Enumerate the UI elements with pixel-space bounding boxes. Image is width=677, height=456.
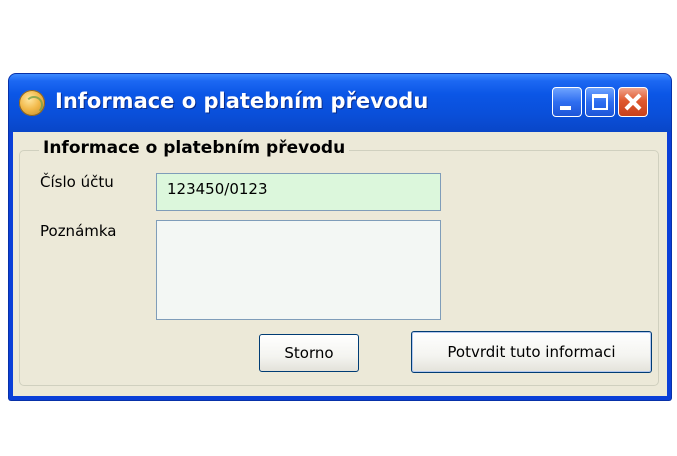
dialog-window: Informace o platebním převodu Informace … [9, 74, 671, 400]
cancel-button[interactable]: Storno [259, 334, 359, 372]
account-number-input[interactable]: 123450/0123 [156, 173, 441, 211]
note-label: Poznámka [40, 222, 117, 240]
confirm-button[interactable]: Potvrdit tuto informaci [411, 331, 652, 373]
maximize-button[interactable] [585, 87, 615, 117]
minimize-button[interactable] [552, 87, 582, 117]
close-button[interactable] [618, 87, 648, 117]
account-number-label: Číslo účtu [40, 173, 114, 191]
window-title: Informace o platebním převodu [55, 89, 429, 113]
dialog-body: Informace o platebním převodu Číslo účtu… [13, 132, 667, 396]
group-title: Informace o platebním převodu [39, 138, 350, 158]
close-icon [619, 88, 647, 116]
title-bar[interactable]: Informace o platebním převodu [9, 74, 671, 132]
app-icon [19, 90, 45, 116]
note-textarea[interactable] [156, 220, 441, 320]
